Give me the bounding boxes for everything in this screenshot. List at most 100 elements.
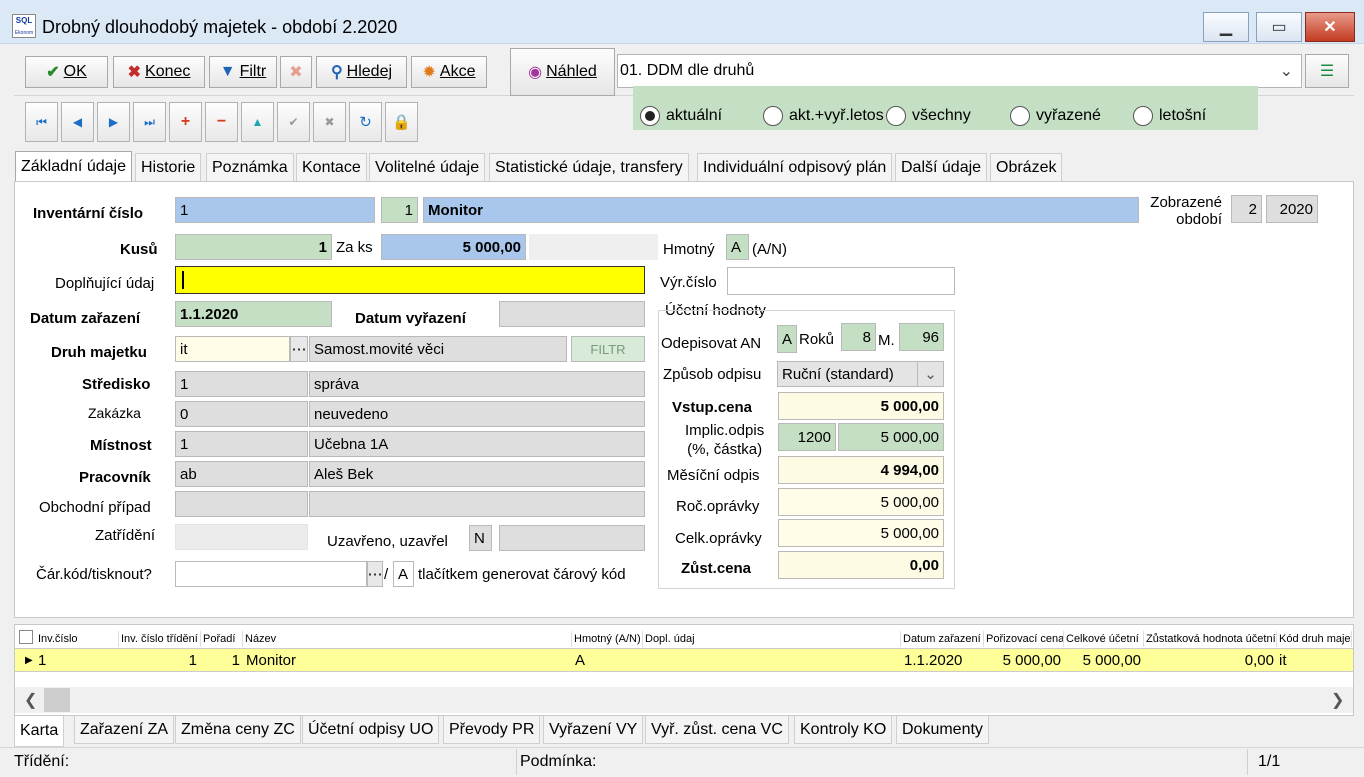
roc-field[interactable]: 5 000,00 (778, 488, 944, 516)
period-year-field[interactable]: 2020 (1266, 195, 1318, 223)
tab-zarazeni[interactable]: Zařazení ZA (74, 716, 175, 744)
odepisovat-field[interactable]: A (777, 325, 797, 353)
grid-header-porizovaci[interactable]: Pořizovací cena (984, 631, 1064, 647)
mistnost-code-field[interactable]: 1 (175, 431, 308, 457)
grid-header-datum[interactable]: Datum zařazení (901, 631, 984, 647)
tab-volitelne-udaje[interactable]: Volitelné údaje (369, 153, 486, 181)
inv-number-field[interactable]: 1 (175, 197, 375, 223)
prev-record-icon[interactable]: ◀ (61, 102, 94, 142)
zatrideni-field[interactable] (175, 524, 308, 550)
horizontal-scrollbar[interactable] (15, 687, 1353, 713)
inv-seq-field[interactable]: 1 (381, 197, 418, 223)
grid-header-nazev[interactable]: Název (243, 631, 572, 647)
radio-vsechny[interactable]: všechny (886, 106, 971, 126)
list-icon[interactable]: ☰ (1305, 54, 1349, 88)
grid-header-dopl[interactable]: Dopl. údaj (643, 631, 901, 647)
nahled-button[interactable]: ◉ Náhled (510, 48, 615, 96)
grid-header-inv[interactable]: Inv.číslo (36, 631, 119, 647)
scrollbar-thumb[interactable] (44, 688, 70, 712)
grid-header-celkove[interactable]: Celkové účetní (1064, 631, 1144, 647)
period-month-field[interactable]: 2 (1231, 195, 1262, 223)
druh-code-field[interactable]: it (175, 336, 290, 362)
close-icon[interactable]: ✕ (1305, 12, 1355, 42)
implic-pct-field[interactable]: 1200 (778, 423, 836, 451)
uzavreno-field[interactable]: N (469, 525, 492, 551)
grid-header-kod[interactable]: Kód druh majet (1277, 631, 1352, 647)
zust-field[interactable]: 0,00 (778, 551, 944, 579)
pracovnik-code-field[interactable]: ab (175, 461, 308, 487)
celk-field[interactable]: 5 000,00 (778, 519, 944, 547)
confirm-icon[interactable]: ✔ (277, 102, 310, 142)
grid-header-inv-trideni[interactable]: Inv. číslo třídění (119, 631, 201, 647)
tab-poznamka[interactable]: Poznámka (206, 153, 294, 181)
datum-vyr-field[interactable] (499, 301, 645, 327)
konec-button[interactable]: ✖ Konec (113, 56, 205, 88)
filtr-button-small[interactable]: FILTR (571, 336, 645, 362)
last-record-icon[interactable]: ⏭ (133, 102, 166, 142)
radio-letosni[interactable]: letošní (1133, 106, 1206, 126)
filtr-button[interactable]: ▼ Filtr (209, 56, 277, 88)
tab-kontroly[interactable]: Kontroly KO (794, 716, 893, 744)
m-field[interactable]: 96 (899, 323, 944, 351)
tab-vyrazeni[interactable]: Vyřazení VY (543, 716, 644, 744)
ok-button[interactable]: ✔ OK (25, 56, 108, 88)
scroll-right-icon[interactable]: ❯ (1331, 690, 1344, 710)
zpusob-select[interactable]: Ruční (standard) ⌄ (777, 361, 944, 387)
zaks-field[interactable]: 5 000,00 (381, 234, 526, 260)
next-record-icon[interactable]: ▶ (97, 102, 130, 142)
stredisko-code-field[interactable]: 1 (175, 371, 308, 397)
tab-statisticke-udaje[interactable]: Statistické údaje, transfery (489, 153, 689, 181)
clear-filter-icon[interactable]: ✖ (280, 56, 312, 88)
first-record-icon[interactable]: ⏮ (25, 102, 58, 142)
tab-karta[interactable]: Karta (14, 716, 65, 747)
dopl-field[interactable] (175, 266, 645, 294)
tab-dalsi-udaje[interactable]: Další údaje (895, 153, 988, 181)
akce-button[interactable]: ✹ Akce (411, 56, 487, 88)
hledej-button[interactable]: ⚲ Hledej (316, 56, 407, 88)
add-record-icon[interactable]: + (169, 102, 202, 142)
tab-individualni-plan[interactable]: Individuální odpisový plán (697, 153, 893, 181)
carkod-picker-icon[interactable]: ⋯ (367, 561, 383, 587)
tab-zakladni-udaje[interactable]: Základní údaje (15, 151, 132, 182)
edit-record-icon[interactable]: ▲ (241, 102, 274, 142)
vyr-field[interactable] (727, 267, 955, 295)
tab-prevody[interactable]: Převody PR (443, 716, 541, 744)
scroll-left-icon[interactable]: ❮ (24, 690, 37, 710)
mesicni-field[interactable]: 4 994,00 (778, 456, 944, 484)
grid-header-poradi[interactable]: Pořadí (201, 631, 243, 647)
radio-aktualni[interactable]: aktuální (640, 106, 722, 126)
implic-amount-field[interactable]: 5 000,00 (838, 423, 944, 451)
kusu-field[interactable]: 1 (175, 234, 332, 260)
obchod-code-field[interactable] (175, 491, 308, 517)
tab-dokumenty[interactable]: Dokumenty (896, 716, 989, 744)
carkod-field[interactable] (175, 561, 367, 587)
tab-ucetni-odpisy[interactable]: Účetní odpisy UO (302, 716, 440, 744)
grid-header-zustatkova[interactable]: Zůstatková hodnota účetní (1144, 631, 1277, 647)
roku-field[interactable]: 8 (841, 323, 876, 351)
datum-zar-field[interactable]: 1.1.2020 (175, 301, 332, 327)
maximize-icon[interactable]: ▭ (1256, 12, 1302, 42)
tab-zmena-ceny[interactable]: Změna ceny ZC (175, 716, 301, 744)
select-all-checkbox[interactable] (19, 630, 33, 644)
delete-record-icon[interactable]: − (205, 102, 238, 142)
refresh-icon[interactable]: ↻ (349, 102, 382, 142)
grid-header-hmotny[interactable]: Hmotný (A/N) (572, 631, 643, 647)
report-select[interactable]: 01. DDM dle druhů ⌄ (617, 54, 1302, 88)
cancel-icon[interactable]: ✖ (313, 102, 346, 142)
radio-akt-vyr-letos[interactable]: akt.+vyř.letos (763, 106, 884, 126)
inv-name-field[interactable]: Monitor (423, 197, 1139, 223)
minimize-icon[interactable]: ▁ (1203, 12, 1249, 42)
uzavrel-field[interactable] (499, 525, 645, 551)
tab-vyr-zust-cena[interactable]: Vyř. zůst. cena VC (645, 716, 789, 744)
vstup-field[interactable]: 5 000,00 (778, 392, 944, 420)
tab-obrazek[interactable]: Obrázek (990, 153, 1063, 181)
lock-icon[interactable]: 🔒 (385, 102, 418, 142)
status-podminka: Podmínka: (520, 753, 597, 770)
tab-kontace[interactable]: Kontace (296, 153, 367, 181)
druh-picker-icon[interactable]: ⋯ (290, 336, 308, 362)
carkod-flag-field[interactable]: A (393, 561, 414, 587)
tab-historie[interactable]: Historie (135, 153, 202, 181)
zakazka-code-field[interactable]: 0 (175, 401, 308, 427)
radio-vyrazene[interactable]: vyřazené (1010, 106, 1101, 126)
hmotny-field[interactable]: A (726, 234, 749, 260)
